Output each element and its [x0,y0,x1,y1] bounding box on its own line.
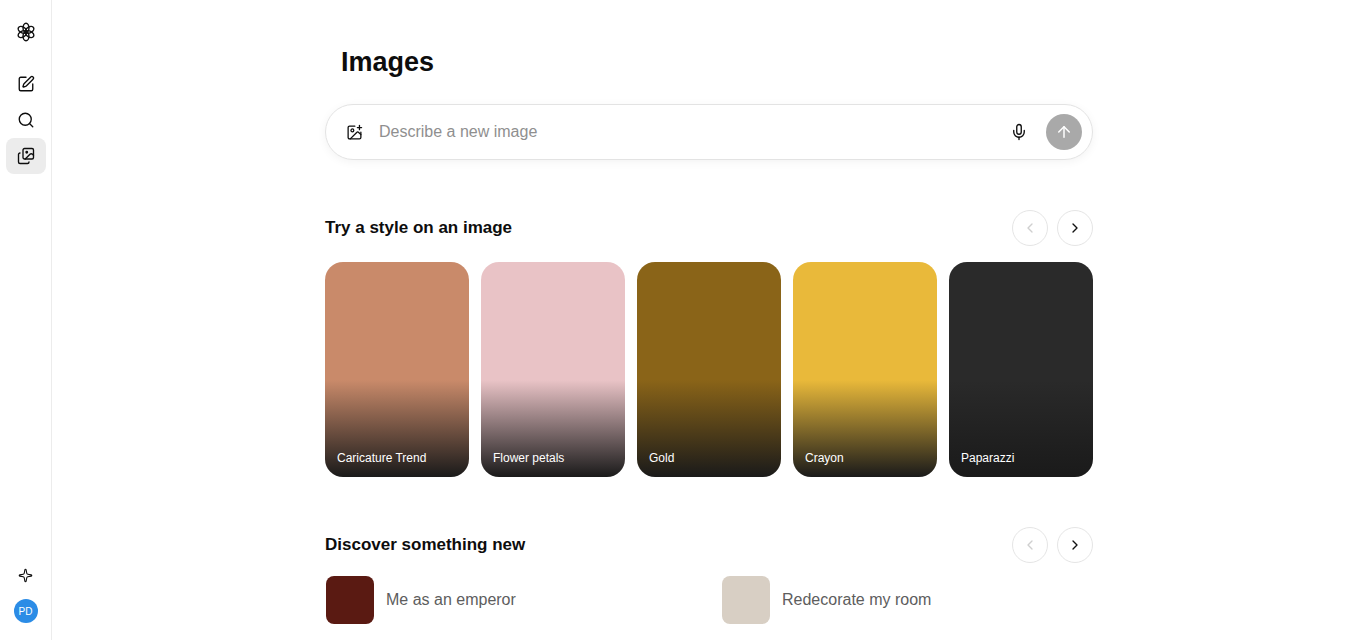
discover-thumbnail [326,576,374,624]
openai-logo-icon[interactable] [15,21,37,43]
style-card-label: Gold [637,450,686,477]
style-card-label: Flower petals [481,450,576,477]
style-cards: Caricature Trend Flower petals Gold Crayon P… [325,262,1093,477]
style-card-label: Paparazzi [949,450,1026,477]
sidebar-item-icon [17,147,35,165]
sparkle-icon[interactable] [18,568,33,583]
app: PD Images Try a style on an image Caricatur… [0,0,1348,640]
page-title: Images [325,44,1093,80]
style-card-label: Crayon [793,450,856,477]
chevron-left-icon [1022,220,1038,236]
prev-button[interactable] [1012,210,1048,246]
prompt-input[interactable] [379,120,1010,144]
sidebar-item[interactable] [6,66,46,102]
main: Images Try a style on an image Caricature … [52,0,1348,640]
sidebar-item-icon [17,75,35,93]
sidebar: PD [0,0,52,640]
mic-icon[interactable] [1010,123,1028,141]
style-card[interactable]: Crayon [793,262,937,477]
send-button[interactable] [1046,114,1082,150]
avatar[interactable]: PD [14,599,38,623]
style-card[interactable]: Flower petals [481,262,625,477]
sidebar-item[interactable] [6,138,46,174]
discover-item[interactable]: Redecorate my room [721,576,1093,624]
prompt-box [325,104,1093,160]
style-card[interactable]: Caricature Trend [325,262,469,477]
sidebar-item[interactable] [6,102,46,138]
arrow-up-icon [1055,123,1073,141]
chevron-right-icon [1067,537,1083,553]
discover-list: Me as an emperor Redecorate my room [325,576,1093,624]
style-card-label: Caricature Trend [325,450,438,477]
discover-header: Discover something new [325,527,1093,563]
prev-button[interactable] [1012,527,1048,563]
discover-item[interactable]: Me as an emperor [325,576,697,624]
next-button[interactable] [1057,527,1093,563]
chevron-right-icon [1067,220,1083,236]
sidebar-item-icon [17,111,35,129]
next-button[interactable] [1057,210,1093,246]
style-card[interactable]: Paparazzi [949,262,1093,477]
chevron-left-icon [1022,537,1038,553]
styles-header: Try a style on an image [325,210,1093,246]
add-image-icon[interactable] [346,124,363,141]
discover-label: Me as an emperor [386,588,516,612]
carousel-arrows [1012,210,1093,246]
section-title: Discover something new [325,532,525,558]
carousel-arrows [1012,527,1093,563]
section-title: Try a style on an image [325,215,512,241]
discover-label: Redecorate my room [782,588,931,612]
style-card[interactable]: Gold [637,262,781,477]
discover-thumbnail [722,576,770,624]
